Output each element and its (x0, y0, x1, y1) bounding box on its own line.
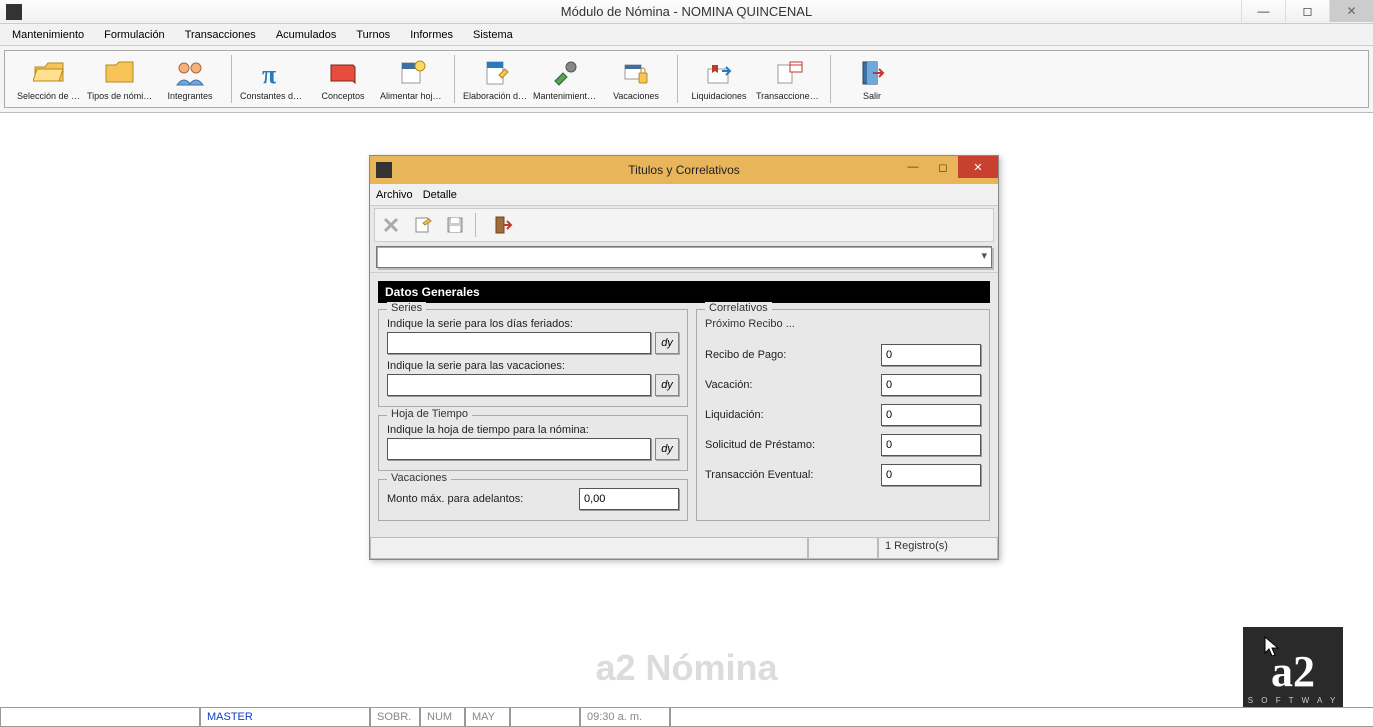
status-may: MAY (465, 708, 510, 727)
toolbar-salir[interactable]: Salir (837, 55, 907, 103)
toolbar-tipos-nomina[interactable]: Tipos de nómina (85, 55, 155, 103)
dialog-menu-archivo[interactable]: Archivo (376, 189, 413, 201)
window-title: Módulo de Nómina - NOMINA QUINCENAL (561, 4, 812, 19)
input-hoja-tiempo[interactable] (387, 438, 651, 460)
status-record-count: 1 Registro(s) (878, 538, 998, 559)
label-serie-feriados: Indique la serie para los días feriados: (387, 318, 679, 330)
label-hoja-tiempo: Indique la hoja de tiempo para la nómina… (387, 424, 679, 436)
input-corr-liquidacion[interactable] (881, 404, 981, 426)
label-proximo-recibo: Próximo Recibo ... (705, 318, 981, 330)
label-corr-liquidacion: Liquidación: (705, 409, 881, 421)
exit-button[interactable] (491, 213, 515, 237)
section-datos-generales: Datos Generales (378, 281, 990, 303)
menu-transacciones[interactable]: Transacciones (177, 27, 264, 43)
status-time: 09:30 a. m. (580, 708, 670, 727)
fieldset-correlativos: Correlativos Próximo Recibo ... Recibo d… (696, 309, 990, 521)
input-monto-adelantos[interactable] (579, 488, 679, 510)
status-num: NUM (420, 708, 465, 727)
sheet-clock-icon (395, 57, 431, 89)
toolbar-vacaciones[interactable]: Vacaciones (601, 55, 671, 103)
toolbar-liquidaciones[interactable]: Liquidaciones (684, 55, 754, 103)
watermark-text: a2 Nómina (595, 647, 777, 689)
toolbar-mantenimiento[interactable]: Mantenimiento d... (531, 55, 601, 103)
dialog-toolbar (374, 208, 994, 242)
minimize-button[interactable]: — (1241, 0, 1285, 22)
input-corr-vacacion[interactable] (881, 374, 981, 396)
input-serie-vacaciones[interactable] (387, 374, 651, 396)
fieldset-vacaciones: Vacaciones Monto máx. para adelantos: (378, 479, 688, 521)
toolbar-seleccion-nomina[interactable]: Selección de nó... (15, 55, 85, 103)
save-button[interactable] (443, 213, 467, 237)
pick-serie-vacaciones[interactable]: dy (655, 374, 679, 396)
toolbar-constantes[interactable]: π Constantes de n... (238, 55, 308, 103)
status-sobr: SOBR. (370, 708, 420, 727)
label-corr-prestamo: Solicitud de Préstamo: (705, 439, 881, 451)
vacation-lock-icon (618, 57, 654, 89)
menu-formulacion[interactable]: Formulación (96, 27, 173, 43)
label-serie-vacaciones: Indique la serie para las vacaciones: (387, 360, 679, 372)
pick-serie-feriados[interactable]: dy (655, 332, 679, 354)
toolbar-conceptos[interactable]: Conceptos (308, 55, 378, 103)
dialog-statusbar: 1 Registro(s) (370, 537, 998, 559)
book-icon (325, 57, 361, 89)
svg-text:π: π (262, 60, 276, 87)
calendar-doc-icon (771, 57, 807, 89)
maintenance-icon (548, 57, 584, 89)
menu-sistema[interactable]: Sistema (465, 27, 521, 43)
fieldset-hoja-tiempo: Hoja de Tiempo Indique la hoja de tiempo… (378, 415, 688, 471)
dialog-menubar: Archivo Detalle (370, 184, 998, 206)
menu-turnos[interactable]: Turnos (348, 27, 398, 43)
pi-icon: π (255, 57, 291, 89)
pick-hoja-tiempo[interactable]: dy (655, 438, 679, 460)
fieldset-series: Series Indique la serie para los días fe… (378, 309, 688, 407)
dialog-titlebar: Titulos y Correlativos — ◻ ✕ (370, 156, 998, 184)
exit-door-icon (854, 57, 890, 89)
dialog-minimize-button[interactable]: — (898, 156, 928, 178)
dialog-app-icon (376, 162, 392, 178)
label-corr-transaccion: Transacción Eventual: (705, 469, 881, 481)
dialog-title: Titulos y Correlativos (628, 163, 740, 177)
record-selector-combo[interactable] (376, 246, 992, 268)
dialog-close-button[interactable]: ✕ (958, 156, 998, 178)
cursor-icon (1261, 635, 1285, 659)
dialog-maximize-button[interactable]: ◻ (928, 156, 958, 178)
main-menubar: Mantenimiento Formulación Transacciones … (0, 24, 1373, 46)
toolbar-alimentar-hoja[interactable]: Alimentar hoja ... (378, 55, 448, 103)
toolbar-transacciones-e[interactable]: Transacciones e... (754, 55, 824, 103)
people-icon (172, 57, 208, 89)
cancel-button[interactable] (379, 213, 403, 237)
a2-logo: a2 S O F T W A Y (1243, 627, 1343, 717)
document-edit-icon (478, 57, 514, 89)
toolbar-elaboracion[interactable]: Elaboración de ... (461, 55, 531, 103)
label-recibo-pago: Recibo de Pago: (705, 349, 881, 361)
dialog-menu-detalle[interactable]: Detalle (423, 189, 457, 201)
app-icon (6, 4, 22, 20)
folder-icon (102, 57, 138, 89)
payout-icon (701, 57, 737, 89)
maximize-button[interactable]: ◻ (1285, 0, 1329, 22)
main-statusbar: MASTER SOBR. NUM MAY 09:30 a. m. (0, 707, 1373, 727)
label-corr-vacacion: Vacación: (705, 379, 881, 391)
folder-open-icon (32, 57, 68, 89)
titulos-correlativos-dialog: Titulos y Correlativos — ◻ ✕ Archivo Det… (369, 155, 999, 560)
menu-acumulados[interactable]: Acumulados (268, 27, 345, 43)
menu-mantenimiento[interactable]: Mantenimiento (4, 27, 92, 43)
menu-informes[interactable]: Informes (402, 27, 461, 43)
input-corr-transaccion[interactable] (881, 464, 981, 486)
input-serie-feriados[interactable] (387, 332, 651, 354)
toolbar-integrantes[interactable]: Integrantes (155, 55, 225, 103)
input-corr-prestamo[interactable] (881, 434, 981, 456)
status-user: MASTER (200, 708, 370, 727)
input-recibo-pago[interactable] (881, 344, 981, 366)
close-button[interactable]: ✕ (1329, 0, 1373, 22)
label-monto-adelantos: Monto máx. para adelantos: (387, 493, 575, 505)
main-titlebar: Módulo de Nómina - NOMINA QUINCENAL — ◻ … (0, 0, 1373, 24)
edit-button[interactable] (411, 213, 435, 237)
main-toolbar: Selección de nó... Tipos de nómina Integ… (4, 50, 1369, 108)
